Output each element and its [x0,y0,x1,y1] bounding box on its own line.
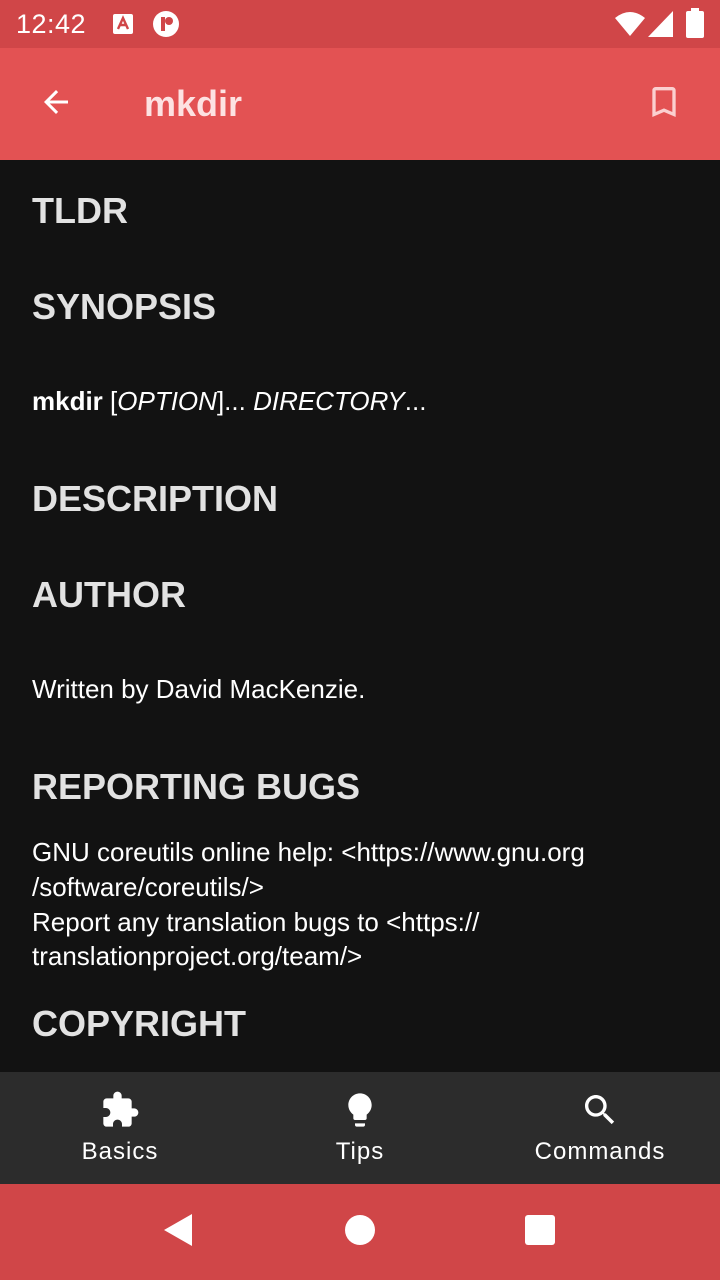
bookmark-outline-icon [644,82,684,127]
synopsis-bracket-close: ]... [216,386,254,416]
reporting-bugs-line: Report any translation bugs to <https:// [32,907,480,937]
author-text: Written by David MacKenzie. [32,674,366,704]
search-icon [580,1090,620,1130]
nav-item-tips[interactable]: Tips [240,1072,480,1184]
system-back-button[interactable] [146,1200,210,1264]
bookmark-button[interactable] [632,72,696,136]
synopsis-option: OPTION [117,386,217,416]
app-title: mkdir [144,83,243,124]
reporting-bugs-line: GNU coreutils online help: <https://www.… [32,837,585,867]
synopsis-bracket-open: [ [102,386,118,416]
screen: 12:42 mkdir TLDR SYNOPSIS mkdir [OPTION]… [0,0,720,1280]
synopsis-ellipsis: ... [404,386,427,416]
section-heading-tldr: TLDR [32,190,128,231]
synopsis-text: mkdir [OPTION]... DIRECTORY... [32,384,426,419]
arrow-back-icon [38,84,74,125]
section-heading-description: DESCRIPTION [32,478,279,519]
reporting-bugs-line: translationproject.org/team/> [32,941,363,971]
system-recents-button[interactable] [508,1200,572,1264]
home-circle-icon [344,1214,376,1251]
section-heading-reporting-bugs: REPORTING BUGS [32,766,361,807]
wifi-icon [614,10,646,43]
section-heading-copyright: COPYRIGHT [32,1003,247,1044]
nav-label-tips: Tips [335,1138,385,1165]
puzzle-icon [100,1090,140,1130]
reporting-bugs-line: /software/coreutils/> [32,872,264,902]
battery-icon [686,8,704,43]
nav-item-basics[interactable]: Basics [0,1072,240,1184]
recents-square-icon [525,1214,555,1250]
synopsis-command: mkdir [32,386,103,416]
lightbulb-icon [340,1090,380,1130]
signal-icon [647,10,675,43]
status-bar: 12:42 [0,0,720,48]
app-bar: mkdir [0,48,720,160]
synopsis-directory: DIRECTORY [253,386,405,416]
notification-a-icon [112,13,134,40]
section-heading-synopsis: SYNOPSIS [32,286,217,327]
nav-item-commands[interactable]: Commands [480,1072,720,1184]
nav-label-commands: Commands [534,1138,666,1165]
section-heading-author: AUTHOR [32,574,186,615]
man-page-content[interactable]: TLDR SYNOPSIS mkdir [OPTION]... DIRECTOR… [0,160,720,1072]
status-time: 12:42 [16,9,87,39]
nav-label-basics: Basics [81,1138,159,1165]
system-home-button[interactable] [328,1200,392,1264]
back-triangle-icon [161,1212,195,1253]
notification-p-icon [152,10,180,43]
system-navigation-bar [0,1184,720,1280]
bottom-navigation: Basics Tips Commands [0,1072,720,1184]
back-button[interactable] [24,72,88,136]
